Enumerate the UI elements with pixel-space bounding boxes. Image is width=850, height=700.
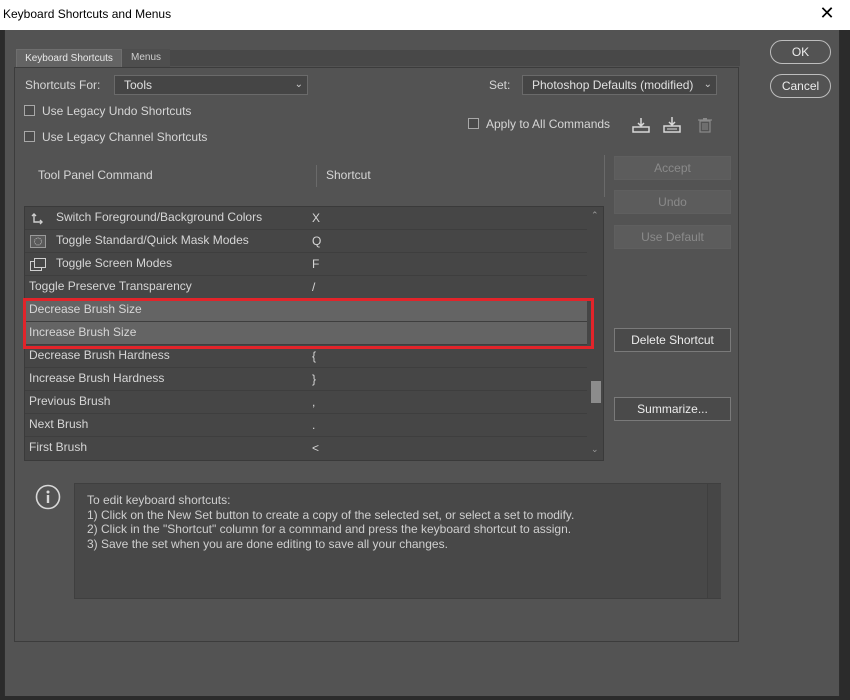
row-command: Toggle Screen Modes <box>56 256 173 270</box>
ok-button[interactable]: OK <box>770 40 831 64</box>
scroll-up-icon[interactable]: ⌃ <box>591 210 599 221</box>
legacy-undo-checkbox[interactable] <box>24 105 35 116</box>
table-row[interactable]: First Brush < <box>25 437 588 460</box>
save-as-set-icon[interactable] <box>662 115 682 135</box>
table-row[interactable]: Increase Brush Hardness } <box>25 368 588 391</box>
shortcuts-for-value: Tools <box>124 78 153 92</box>
info-scrollbar[interactable] <box>707 484 721 598</box>
highlight-annotation <box>23 298 594 349</box>
summarize-button[interactable]: Summarize... <box>614 397 731 421</box>
table-row[interactable]: Previous Brush , <box>25 391 588 414</box>
row-command: First Brush <box>29 440 88 454</box>
row-shortcut[interactable]: { <box>312 349 316 363</box>
shortcuts-for-label: Shortcuts For: <box>25 78 101 92</box>
column-header-command[interactable]: Tool Panel Command <box>38 168 153 182</box>
accept-button[interactable]: Accept <box>614 156 731 180</box>
row-command: Switch Foreground/Background Colors <box>56 210 263 224</box>
chevron-down-icon: ⌄ <box>703 79 712 90</box>
shortcuts-for-select[interactable]: Tools ⌄ <box>114 75 308 95</box>
delete-shortcut-button[interactable]: Delete Shortcut <box>614 328 731 352</box>
row-shortcut[interactable]: . <box>312 418 315 432</box>
screen-modes-icon <box>30 258 46 271</box>
legacy-channel-checkbox[interactable] <box>24 131 35 142</box>
chevron-down-icon: ⌄ <box>294 79 303 90</box>
row-shortcut[interactable]: / <box>312 280 315 294</box>
table-row[interactable]: Switch Foreground/Background Colors X <box>25 207 588 230</box>
info-line: 2) Click in the "Shortcut" column for a … <box>87 522 572 536</box>
cancel-button[interactable]: Cancel <box>770 74 831 98</box>
scroll-down-icon[interactable]: ⌄ <box>591 444 599 455</box>
row-shortcut[interactable]: X <box>312 211 320 225</box>
info-icon <box>35 484 61 510</box>
quick-mask-icon <box>30 235 46 248</box>
info-line: To edit keyboard shortcuts: <box>87 493 231 507</box>
row-shortcut[interactable]: Q <box>312 234 321 248</box>
legacy-channel-label: Use Legacy Channel Shortcuts <box>42 130 208 144</box>
scroll-thumb[interactable] <box>591 381 601 403</box>
info-line: 1) Click on the New Set button to create… <box>87 508 575 522</box>
window-bottom-edge <box>0 696 850 700</box>
row-command: Toggle Preserve Transparency <box>29 279 192 293</box>
apply-all-label: Apply to All Commands <box>486 117 611 131</box>
row-shortcut[interactable]: F <box>312 257 319 271</box>
row-command: Increase Brush Hardness <box>29 371 165 385</box>
window-title: Keyboard Shortcuts and Menus <box>3 7 172 21</box>
table-row[interactable]: Next Brush . <box>25 414 588 437</box>
table-row[interactable]: Toggle Preserve Transparency / <box>25 276 588 299</box>
tab-menus[interactable]: Menus <box>122 49 170 67</box>
switch-colors-icon <box>30 212 46 225</box>
row-command: Previous Brush <box>29 394 111 408</box>
row-shortcut[interactable]: , <box>312 395 315 409</box>
delete-set-icon[interactable] <box>695 115 715 135</box>
column-header-shortcut[interactable]: Shortcut <box>326 168 371 182</box>
header-edge <box>604 155 605 197</box>
save-set-icon[interactable] <box>631 115 651 135</box>
column-divider <box>316 165 317 187</box>
info-line: 3) Save the set when you are done editin… <box>87 537 448 551</box>
row-shortcut[interactable]: < <box>312 441 319 455</box>
set-select[interactable]: Photoshop Defaults (modified) ⌄ <box>522 75 717 95</box>
tab-strip <box>170 50 740 66</box>
row-command: Toggle Standard/Quick Mask Modes <box>56 233 249 247</box>
row-shortcut[interactable]: } <box>312 372 316 386</box>
apply-all-checkbox[interactable] <box>468 118 479 129</box>
use-default-button[interactable]: Use Default <box>614 225 731 249</box>
table-row[interactable]: Toggle Standard/Quick Mask Modes Q <box>25 230 588 253</box>
undo-button[interactable]: Undo <box>614 190 731 214</box>
legacy-undo-label: Use Legacy Undo Shortcuts <box>42 104 192 118</box>
close-icon[interactable]: ✕ <box>814 4 840 24</box>
row-command: Next Brush <box>29 417 89 431</box>
table-row[interactable]: Toggle Screen Modes F <box>25 253 588 276</box>
row-command: Decrease Brush Hardness <box>29 348 170 362</box>
set-label: Set: <box>489 78 511 92</box>
tab-keyboard-shortcuts[interactable]: Keyboard Shortcuts <box>16 49 122 68</box>
set-value: Photoshop Defaults (modified) <box>532 78 694 92</box>
